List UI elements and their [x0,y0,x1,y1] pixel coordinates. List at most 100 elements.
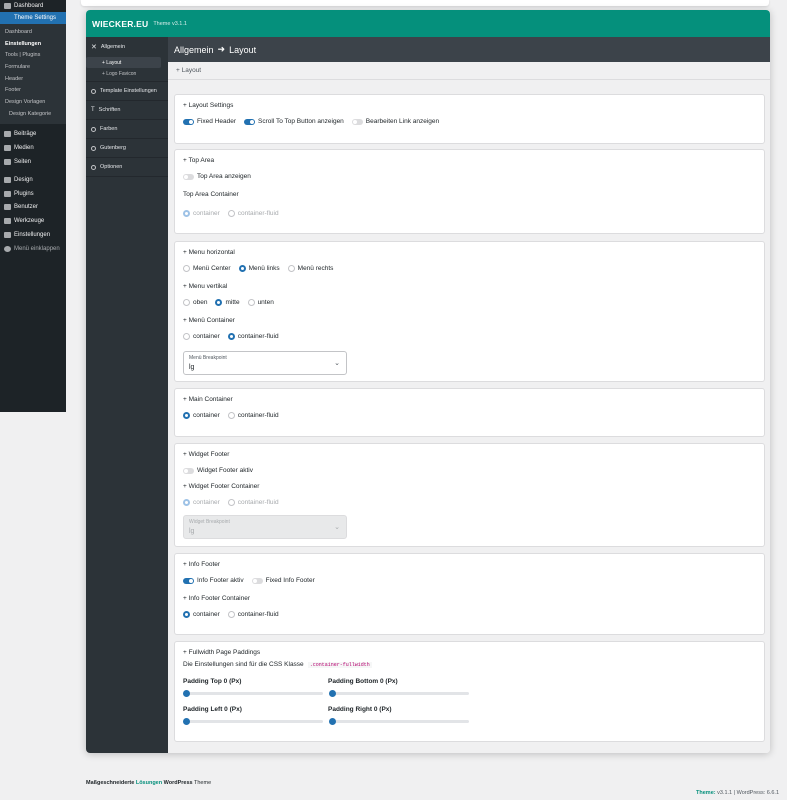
widget-footer-box: + Widget Footer Widget Footer aktiv + Wi… [174,443,765,547]
arrow-icon: ➜ [217,44,226,54]
paddings-description: Die Einstellungen sind für die CSS Klass… [183,661,304,668]
padding-right-slider[interactable] [329,718,469,725]
section-title: + Layout Settings [183,102,234,109]
menu-fluid-radio[interactable] [227,333,235,340]
wrench-icon [4,218,11,225]
top-area-toggle[interactable] [183,173,194,180]
edit-link-toggle[interactable] [351,118,363,125]
top-area-fluid-radio[interactable] [227,210,235,217]
menu-beitraege[interactable]: Beiträge [0,128,66,142]
main-content: Allgemein ➜ Layout + Layout + Layout Set… [168,37,770,753]
nav-farben[interactable]: Farben [86,120,168,139]
info-container-radio[interactable] [183,611,190,618]
menu-seiten[interactable]: Seiten [0,155,66,169]
chevron-down-icon: ⌄ [334,524,340,531]
widget-footer-toggle[interactable] [183,467,194,474]
media-icon [4,145,11,152]
page-icon [4,158,11,165]
info-footer-box: + Info Footer Info Footer aktiv Fixed In… [174,553,765,635]
submenu-design-kategorie[interactable]: Design Kategorie [0,108,66,120]
layout-settings-box: + Layout Settings Fixed Header Scroll To… [174,94,765,144]
nav-layout[interactable]: + Layout [86,57,161,68]
user-icon [4,204,11,211]
widget-breakpoint-select[interactable]: Widget Breakpoint lg ⌄ [183,515,347,539]
css-class-code: .container-fullwidth [307,661,372,668]
menu-left-radio[interactable] [238,265,246,272]
menu-top-radio[interactable] [183,299,190,306]
collapse-icon [4,245,11,252]
page-title: Allgemein ➜ Layout [168,37,770,62]
menu-benutzer[interactable]: Benutzer [0,200,66,214]
info-footer-toggle[interactable] [183,577,194,584]
widget-container-radio[interactable] [183,499,190,506]
main-container-box: + Main Container container container-flu… [174,388,765,437]
nav-optionen[interactable]: Optionen [86,158,168,177]
submenu-einstellungen[interactable]: Einstellungen [0,38,66,50]
footer-version: Theme: v3.1.1 | WordPress: 6.6.1 [696,790,779,796]
theme-settings-submenu: Dashboard Einstellungen Tools | Plugins … [0,24,66,124]
menu-bottom-radio[interactable] [247,299,255,306]
submenu-header[interactable]: Header [0,73,66,85]
padding-top-slider[interactable] [183,690,323,697]
tools-icon: ✕ [91,43,97,51]
submenu-design-vorlagen[interactable]: Design Vorlagen [0,96,66,108]
menu-box: + Menu horizontal Menü Center Menü links… [174,241,765,382]
slider-handle[interactable] [329,718,336,725]
brand-version: Theme v3.1.1 [153,20,187,27]
slider-handle[interactable] [183,690,190,697]
menu-middle-radio[interactable] [215,299,223,306]
menu-center-radio[interactable] [183,265,190,272]
slider-handle[interactable] [329,690,336,697]
fixed-info-footer-toggle[interactable] [251,577,263,584]
main-container-radio[interactable] [183,412,190,419]
plugin-icon [4,190,11,197]
submenu-dashboard[interactable]: Dashboard [0,26,66,38]
menu-plugins[interactable]: Plugins [0,187,66,201]
settings-icon [4,231,11,238]
top-area-container-radio[interactable] [183,210,190,217]
nav-gutenberg[interactable]: Gutenberg [86,139,168,158]
footer-credit: Maßgeschneiderte Lösungen WordPress Them… [86,780,212,786]
menu-design[interactable]: Design [0,173,66,187]
nav-allgemein[interactable]: ✕ Allgemein [86,37,168,56]
chevron-down-icon: ⌄ [334,360,340,367]
top-strip [81,0,769,6]
submenu-formulare[interactable]: Formulare [0,61,66,73]
submenu-footer[interactable]: Footer [0,84,66,96]
top-area-box: + Top Area Top Area anzeigen Top Area Co… [174,149,765,234]
menu-container-radio[interactable] [183,333,190,340]
menu-breakpoint-select[interactable]: Menü Breakpoint lg ⌄ [183,351,347,375]
pin-icon [4,131,11,138]
menu-theme-settings[interactable]: Theme Settings [0,12,66,24]
dashboard-icon [4,3,11,9]
slider-handle[interactable] [183,718,190,725]
info-fluid-radio[interactable] [227,611,235,618]
gear-icon [91,164,96,170]
main-fluid-radio[interactable] [227,412,235,419]
text-icon: T [91,107,95,113]
menu-right-radio[interactable] [287,265,295,272]
panel-sidebar: ✕ Allgemein + Layout + Logo Favicon Templ… [86,37,168,753]
fixed-header-toggle[interactable] [183,118,194,125]
nav-schriften[interactable]: T Schriften [86,101,168,120]
template-icon [91,88,96,94]
settings-panel: WIECKER.EU Theme v3.1.1 ✕ Allgemein + Lay… [86,10,770,753]
submenu-tools-plugins[interactable]: Tools | Plugins [0,49,66,61]
padding-left-slider[interactable] [183,718,323,725]
gutenberg-icon [91,145,96,151]
brand-logo: WIECKER.EU [92,18,149,29]
padding-bottom-slider[interactable] [329,690,469,697]
menu-medien[interactable]: Medien [0,141,66,155]
panel-header: WIECKER.EU Theme v3.1.1 [86,10,770,37]
paddings-box: + Fullwidth Page Paddings Die Einstellun… [174,641,765,742]
scroll-top-toggle[interactable] [244,118,256,125]
nav-template[interactable]: Template Einstellungen [86,82,168,101]
nav-logo-favicon[interactable]: + Logo Favicon [86,68,161,79]
widget-fluid-radio[interactable] [227,499,235,506]
brush-icon [4,176,11,183]
menu-einstellungen[interactable]: Einstellungen [0,228,66,242]
menu-werkzeuge[interactable]: Werkzeuge [0,214,66,228]
menu-collapse[interactable]: Menü einklappen [0,242,66,256]
wp-admin-menu: Dashboard Theme Settings Dashboard Einst… [0,0,66,412]
menu-dashboard[interactable]: Dashboard [0,0,66,12]
